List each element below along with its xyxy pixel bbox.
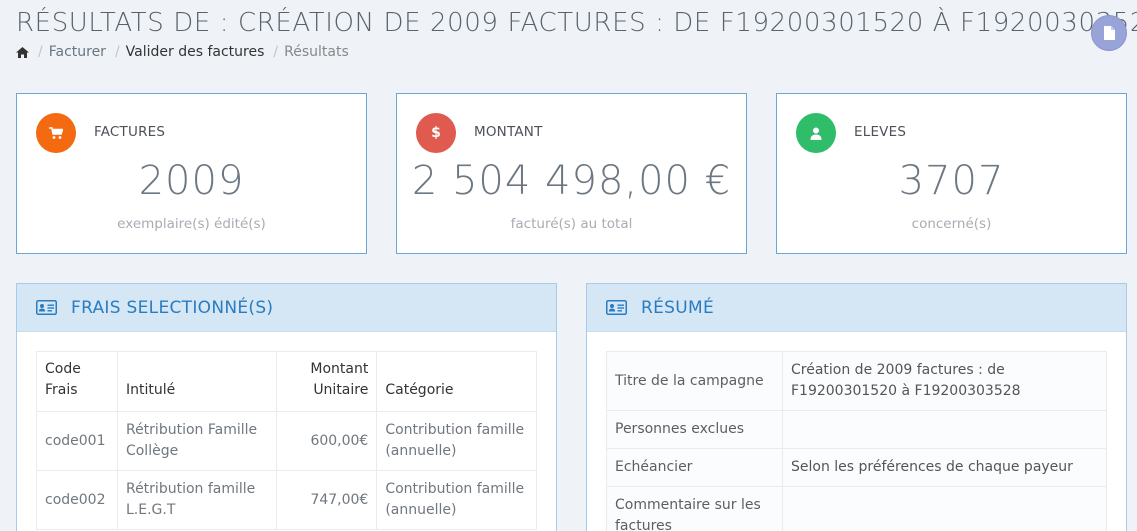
stat-label: MONTANT [474,124,543,140]
stat-icon-circle: $ [416,113,456,153]
cell-code: code002 [36,470,118,530]
fees-panel-title: FRAIS SELECTIONNÉ(S) [71,297,274,318]
stat-label: ELEVES [854,124,907,140]
stat-icon-circle [36,113,76,153]
summary-value: Création de 2009 factures : de F19200301… [782,351,1107,411]
fees-panel-header: FRAIS SELECTIONNÉ(S) [17,284,556,332]
table-header-row: Code Frais Intitulé Montant Unitaire Cat… [36,351,537,412]
stat-value: 2 504 498,00 € [411,158,732,204]
stat-subtext: exemplaire(s) édité(s) [117,216,266,232]
user-icon [810,127,822,140]
file-icon [1103,26,1115,40]
stat-label: FACTURES [94,124,166,140]
stat-card-factures: FACTURES 2009 exemplaire(s) édité(s) [16,93,367,254]
breadcrumb: / Facturer / Valider des factures / Résu… [16,44,349,60]
document-button[interactable] [1091,15,1127,51]
page-title: RÉSULTATS DE : CRÉATION DE 2009 FACTURES… [16,8,1137,38]
breadcrumb-separator: / [114,44,120,60]
stat-card-eleves: ELEVES 3707 concerné(s) [776,93,1127,254]
dollar-icon: $ [431,125,441,141]
stat-value: 2009 [138,158,245,204]
summary-key: Echéancier [606,448,783,487]
cell-categorie: Contribution famille (annuelle) [376,411,537,471]
fees-table: Code Frais Intitulé Montant Unitaire Cat… [36,351,537,530]
breadcrumb-valider-factures[interactable]: Valider des factures [126,44,265,60]
summary-panel-title: RÉSUMÉ [641,297,714,318]
id-card-icon [606,300,627,315]
table-row: code001 Rétribution Famille Collège 600,… [36,411,537,471]
summary-value [782,410,1107,449]
summary-panel: RÉSUMÉ Titre de la campagne Création de … [586,283,1127,531]
stat-subtext: concerné(s) [911,216,992,232]
breadcrumb-separator: / [273,44,279,60]
summary-key: Personnes exclues [606,410,783,449]
summary-key: Commentaire sur les factures [606,486,783,531]
summary-value: Selon les préférences de chaque payeur [782,448,1107,487]
stat-value: 3707 [898,158,1005,204]
table-row: Personnes exclues [606,410,1107,449]
stat-subtext: facturé(s) au total [510,216,633,232]
column-header-code: Code Frais [36,351,118,412]
home-icon[interactable] [16,46,29,58]
breadcrumb-resultats: Résultats [284,44,349,60]
stat-icon-circle [796,113,836,153]
column-header-montant: Montant Unitaire [275,351,378,412]
cell-intitule: Rétribution famille L.E.G.T [116,470,277,530]
id-card-icon [36,300,57,315]
cell-categorie: Contribution famille (annuelle) [376,470,537,530]
summary-value [782,486,1107,531]
table-row: Echéancier Selon les préférences de chaq… [606,448,1107,487]
table-row: Titre de la campagne Création de 2009 fa… [606,351,1107,411]
column-header-intitule: Intitulé [116,351,277,412]
cell-intitule: Rétribution Famille Collège [116,411,277,471]
cell-code: code001 [36,411,118,471]
column-header-categorie: Catégorie [376,351,537,412]
table-row: Commentaire sur les factures [606,486,1107,531]
breadcrumb-facturer[interactable]: Facturer [49,44,106,60]
breadcrumb-separator: / [38,44,43,60]
fees-panel: FRAIS SELECTIONNÉ(S) Code Frais Intitulé… [16,283,557,531]
stat-card-montant: $ MONTANT 2 504 498,00 € facturé(s) au t… [396,93,747,254]
table-row: code002 Rétribution famille L.E.G.T 747,… [36,470,537,530]
summary-table: Titre de la campagne Création de 2009 fa… [606,351,1107,531]
cell-montant: 747,00€ [275,470,378,530]
cell-montant: 600,00€ [275,411,378,471]
cart-icon [49,126,63,139]
summary-panel-header: RÉSUMÉ [587,284,1126,332]
summary-key: Titre de la campagne [606,351,783,411]
